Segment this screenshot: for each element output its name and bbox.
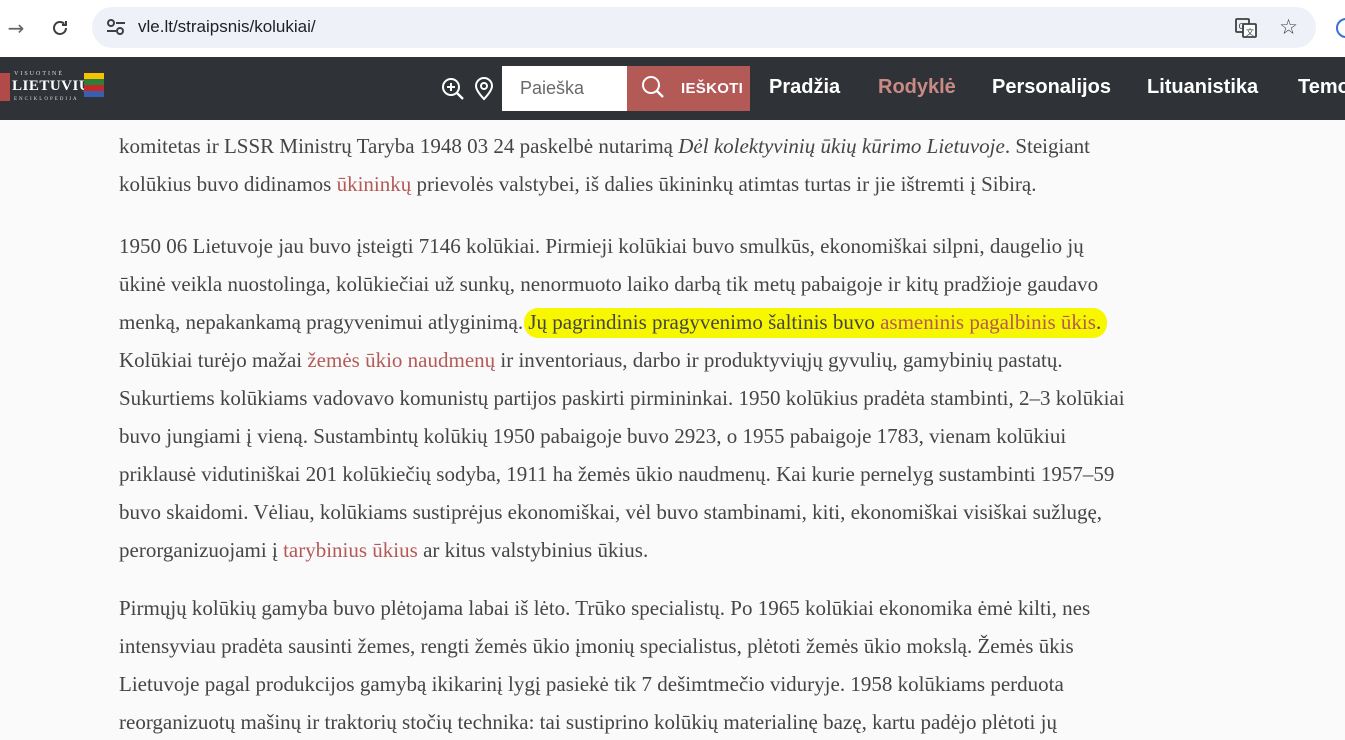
text-run: ar kitus valstybinius ūkius. [417,538,649,562]
link-ukininku[interactable]: ūkininkų [337,172,412,196]
nav-temos[interactable]: Temos [1298,76,1345,99]
logo-bottom-text: ENCIKLOPEDIJA [14,97,79,102]
text-run: menką, nepakankamą pragyvenimui atlygini… [119,310,529,334]
text-line: buvo jungiami į vieną. Sustambintų kolūk… [119,424,1067,448]
link-zemes-ukio-naudmenu[interactable]: žemės ūkio naudmenų [307,348,495,372]
paragraph-3: Pirmųjų kolūkių gamyba buvo plėtojama la… [119,589,1090,740]
text-line: perorganizuojami į tarybinius ūkius ar k… [119,531,1125,569]
nav-rodykle[interactable]: Rodyklė [878,76,956,99]
highlighted-text: Jų pagrindinis pragyvenimo šaltinis buvo… [524,308,1108,338]
text-run: perorganizuojami į [119,538,284,562]
text-line: 1950 06 Lietuvoje jau buvo įsteigti 7146… [119,234,1084,258]
text-line: menką, nepakankamą pragyvenimui atlygini… [119,303,1125,341]
search-button[interactable]: IEŠKOTI [627,66,750,111]
zoom-in-icon[interactable] [441,77,465,101]
text-line: buvo skaidomi. Vėliau, kolūkiams sustipr… [119,500,1103,524]
decree-title: Dėl kolektyvinių ūkių kūrimo Lietuvoje [678,134,1005,158]
profile-icon[interactable] [1336,18,1345,38]
text-run: ir inventoriaus, darbo ir produktyviųjų … [495,348,1063,372]
text-run: Jų pagrindinis pragyvenimo šaltinis buvo [528,310,881,334]
text-line: Lietuvoje pagal produkcijos gamybą ikika… [119,672,1064,696]
text-line: kolūkius buvo didinamos ūkininkų prievol… [119,165,1090,203]
site-settings-icon[interactable] [106,18,126,41]
text-line: priklausė vidutiniškai 201 kolūkiečių so… [119,462,1115,486]
browser-toolbar: → vle.lt/straipsnis/kolukiai/ G文 ☆ [0,0,1345,57]
search-icon [641,75,665,102]
text-line: komitetas ir LSSR Ministrų Taryba 1948 0… [119,127,1090,165]
reload-icon[interactable] [46,14,74,42]
link-tarybinius-ukius[interactable]: tarybinius ūkius [283,538,418,562]
svg-text:文: 文 [1246,27,1254,37]
logo-top-text: VISUOTINĖ [14,71,64,77]
flag-icon [84,73,104,97]
nav-lituanistika[interactable]: Lituanistika [1147,76,1258,99]
text-run: prievolės valstybei, iš dalies ūkininkų … [411,172,1037,196]
link-asmeninis-pagalbinis-ukis[interactable]: asmeninis pagalbinis ūkis [880,310,1096,334]
translate-icon[interactable]: G文 [1234,16,1258,45]
url-text: vle.lt/straipsnis/kolukiai/ [138,17,316,36]
nav-personalijos[interactable]: Personalijos [992,76,1111,99]
text-run: Kolūkiai turėjo mažai [119,348,308,372]
article-body: komitetas ir LSSR Ministrų Taryba 1948 0… [119,120,1345,740]
site-header: VISUOTINĖ LIETUVIŲ ENCIKLOPEDIJA IEŠKOTI… [0,57,1345,120]
text-line: ūkinė veikla nuostolinga, kolūkiečiai už… [119,272,1099,296]
text-run: . Steigiant [1004,134,1090,158]
text-line: Kolūkiai turėjo mažai žemės ūkio naudmen… [119,341,1125,379]
text-line: Sukurtiems kolūkiams vadovavo komunistų … [119,386,1125,410]
forward-icon[interactable]: → [2,14,30,42]
site-logo[interactable]: VISUOTINĖ LIETUVIŲ ENCIKLOPEDIJA [0,71,110,105]
bookmark-star-icon[interactable]: ☆ [1279,15,1298,39]
text-run: kolūkius buvo didinamos [119,172,337,196]
text-line: reorganizuotų mašinų ir traktorių stočių… [119,710,1057,734]
logo-main-text: LIETUVIŲ [12,78,91,94]
nav-pradzia[interactable]: Pradžia [769,76,840,99]
text-run: komitetas ir LSSR Ministrų Taryba 1948 0… [119,134,679,158]
address-bar[interactable]: vle.lt/straipsnis/kolukiai/ G文 ☆ [92,7,1316,48]
text-run: . [1095,310,1102,334]
logo-mark [0,73,10,101]
search-button-label: IEŠKOTI [681,80,744,97]
paragraph-1: komitetas ir LSSR Ministrų Taryba 1948 0… [119,127,1090,203]
search-input[interactable] [502,66,627,111]
text-line: Pirmųjų kolūkių gamyba buvo plėtojama la… [119,596,1091,620]
svg-text:G: G [1239,22,1245,31]
map-pin-icon[interactable] [473,77,497,101]
text-line: intensyviau pradėta sausinti žemes, reng… [119,634,1074,658]
paragraph-2: 1950 06 Lietuvoje jau buvo įsteigti 7146… [119,227,1125,569]
